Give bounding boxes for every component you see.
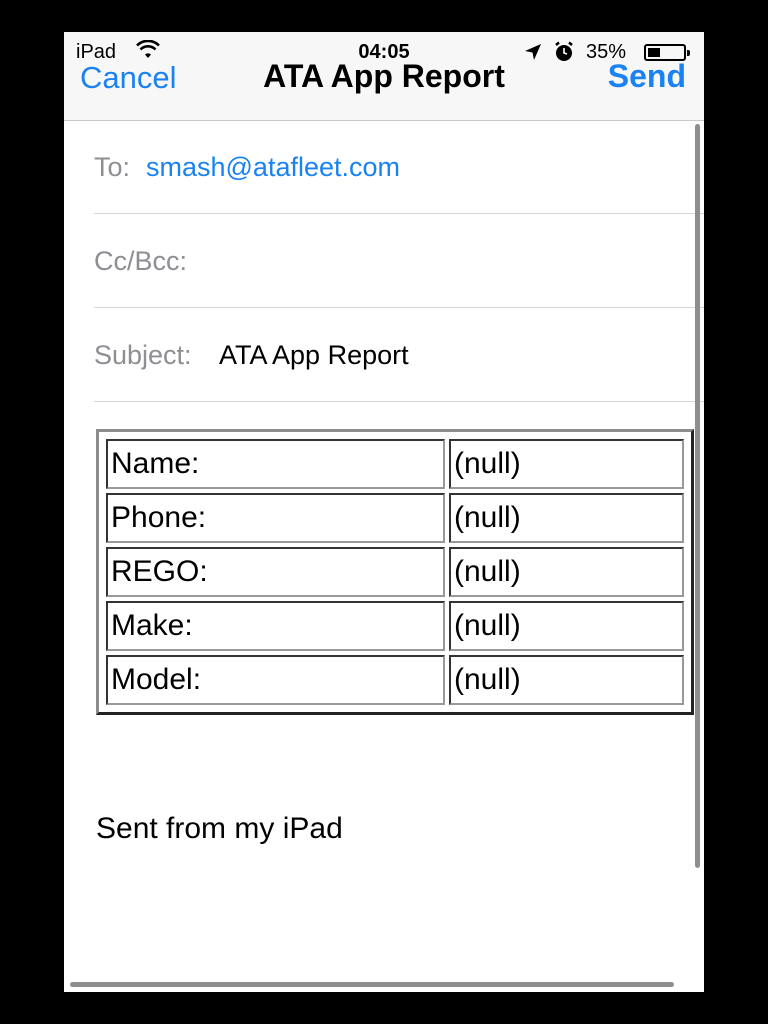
row-value: (null) [449, 439, 684, 489]
row-value: (null) [449, 655, 684, 705]
subject-field[interactable]: Subject: ATA App Report [94, 309, 704, 402]
vertical-scrollbar[interactable] [695, 124, 700, 868]
table-row: Model: (null) [106, 655, 684, 705]
cc-bcc-label: Cc/Bcc: [94, 246, 188, 276]
subject-label: Subject: [94, 340, 192, 370]
email-signature[interactable]: Sent from my iPad [96, 812, 343, 846]
table-row: Make: (null) [106, 601, 684, 651]
subject-input[interactable]: ATA App Report [219, 340, 409, 371]
to-label: To: [94, 152, 131, 182]
to-recipient[interactable]: smash@atafleet.com [146, 152, 400, 183]
row-label: REGO: [106, 547, 445, 597]
table-row: REGO: (null) [106, 547, 684, 597]
cc-bcc-field[interactable]: Cc/Bcc: [94, 215, 704, 308]
row-label: Model: [106, 655, 445, 705]
horizontal-scrollbar[interactable] [70, 982, 674, 987]
report-table: Name: (null) Phone: (null) REGO: (null) … [96, 429, 694, 715]
table-row: Name: (null) [106, 439, 684, 489]
table-row: Phone: (null) [106, 493, 684, 543]
row-label: Make: [106, 601, 445, 651]
row-label: Phone: [106, 493, 445, 543]
row-value: (null) [449, 547, 684, 597]
send-button[interactable]: Send [608, 58, 686, 95]
battery-fill [648, 48, 660, 57]
row-value: (null) [449, 601, 684, 651]
row-value: (null) [449, 493, 684, 543]
to-field[interactable]: To: smash@atafleet.com [94, 121, 704, 214]
compose-screen: iPad 04:05 35% Cancel ATA App Report Sen… [64, 32, 704, 992]
navigation-bar: iPad 04:05 35% Cancel ATA App Report Sen… [64, 32, 704, 121]
row-label: Name: [106, 439, 445, 489]
